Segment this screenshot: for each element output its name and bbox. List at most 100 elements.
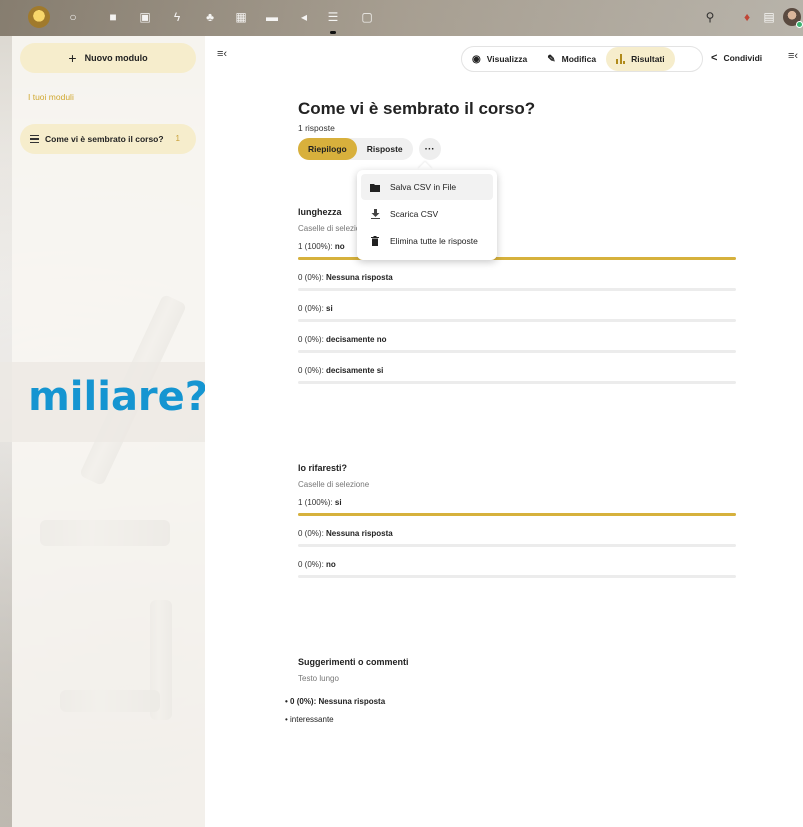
answer-bar-track xyxy=(298,319,736,322)
active-app-indicator xyxy=(330,31,336,34)
collapse-sidebar-icon[interactable]: ≡‹ xyxy=(217,48,227,60)
download-icon xyxy=(370,209,380,219)
answer-count: 0 (0%): xyxy=(298,560,324,569)
bar-chart-icon xyxy=(616,54,626,64)
new-form-label: Nuovo modulo xyxy=(84,53,148,63)
circle-icon[interactable]: ○ xyxy=(66,10,80,24)
answer-bar-track xyxy=(298,544,736,547)
contacts-icon[interactable]: ♣ xyxy=(203,10,217,24)
answer-text: 0 (0%): decisamente no xyxy=(298,335,387,344)
search-icon[interactable]: ⚲ xyxy=(703,10,717,24)
plus-icon: + xyxy=(68,50,77,66)
page-title: Come vi è sembrato il corso? xyxy=(298,99,536,118)
answer-row: 1 (100%): si xyxy=(298,493,736,524)
question-type: Testo lungo xyxy=(298,674,339,683)
comments-summary: Suggerimenti o commenti Testo lungo • 0 … xyxy=(285,657,685,733)
section-label: I tuoi moduli xyxy=(28,92,74,102)
answer-label: decisamente si xyxy=(326,366,384,375)
answer-row: 0 (0%): decisamente si xyxy=(298,361,736,392)
announcements-icon[interactable]: ◂ xyxy=(297,10,311,24)
edit-label: Modifica xyxy=(561,54,597,64)
top-navigation-bar: ○ ■ ▣ ϟ ♣ ▦ ▬ ◂ ☰ ▢ ⚲ ♦ ▤ xyxy=(0,0,803,36)
notifications-icon[interactable]: ♦ xyxy=(740,10,754,24)
activity-icon[interactable]: ϟ xyxy=(170,10,184,24)
more-actions-button[interactable]: ··· xyxy=(418,138,441,160)
results-tabs: Riepilogo Risposte ··· xyxy=(298,138,441,160)
answer-text: 1 (100%): no xyxy=(298,242,345,251)
edit-button[interactable]: ✎ Modifica xyxy=(537,47,606,71)
sidebar-item-form[interactable]: Come vi è sembrato il corso? 1 xyxy=(20,124,196,154)
answer-bar-track xyxy=(298,288,736,291)
view-button[interactable]: ◉ Visualizza xyxy=(462,47,537,71)
logo[interactable] xyxy=(28,6,50,28)
sidebar-item-label: Come vi è sembrato il corso? xyxy=(45,134,164,144)
answer-bar-fill xyxy=(298,513,736,516)
eye-icon: ◉ xyxy=(472,53,481,65)
tab-summary[interactable]: Riepilogo xyxy=(298,138,357,160)
list-item: • interessante xyxy=(285,715,334,724)
answer-text: 0 (0%): Nessuna risposta xyxy=(298,273,393,282)
answer-text: 0 (0%): si xyxy=(298,304,333,313)
answer-label: no xyxy=(334,242,345,251)
list-item: • 0 (0%): Nessuna risposta xyxy=(285,697,386,706)
folder-icon[interactable]: ■ xyxy=(106,10,120,24)
question-type: Caselle di selezione xyxy=(298,480,370,489)
view-switcher: ◉ Visualizza ✎ Modifica Risultati xyxy=(461,46,703,72)
menu-item-label: Salva CSV in File xyxy=(390,182,457,192)
answer-label: Nessuna risposta xyxy=(326,529,393,538)
answer-label: si xyxy=(334,498,342,507)
deck-icon[interactable]: ▬ xyxy=(265,10,279,24)
new-form-button[interactable]: + Nuovo modulo xyxy=(20,43,196,73)
answer-bar-track xyxy=(298,350,736,353)
more-actions-menu: Salva CSV in File Scarica CSV Elimina tu… xyxy=(357,170,497,260)
answer-row: 0 (0%): si xyxy=(298,299,736,330)
answer-label: decisamente no xyxy=(326,335,387,344)
menu-item-label: Scarica CSV xyxy=(390,209,439,219)
contacts-menu-icon[interactable]: ▤ xyxy=(762,10,776,24)
comments-list: • 0 (0%): Nessuna risposta • interessant… xyxy=(285,697,685,724)
menu-item-download-csv[interactable]: Scarica CSV xyxy=(361,201,493,227)
answer-row: 0 (0%): decisamente no xyxy=(298,330,736,361)
main-content: ≡‹ ◉ Visualizza ✎ Modifica Risultati < C… xyxy=(205,36,803,827)
answer-row: 0 (0%): no xyxy=(298,555,736,586)
answer-bar-track xyxy=(298,575,736,578)
pencil-icon: ✎ xyxy=(547,53,556,65)
status-dot xyxy=(796,21,803,28)
folder-icon xyxy=(370,182,380,192)
answer-text: 0 (0%): Nessuna risposta xyxy=(298,529,393,538)
answer-bar-track xyxy=(298,513,736,516)
results-button[interactable]: Risultati xyxy=(606,47,675,71)
photos-icon[interactable]: ▢ xyxy=(360,10,374,24)
tab-responses[interactable]: Risposte xyxy=(357,138,413,160)
results-label: Risultati xyxy=(631,54,665,64)
forms-icon[interactable]: ☰ xyxy=(326,10,340,24)
answer-count: 0 (0%): xyxy=(298,366,324,375)
menu-item-save-csv[interactable]: Salva CSV in File xyxy=(361,174,493,200)
menu-item-delete-responses[interactable]: Elimina tutte le risposte xyxy=(361,228,493,254)
answer-count: 0 (0%): xyxy=(298,273,324,282)
answer-count: 1 (100%): xyxy=(298,242,333,251)
answer-text: 0 (0%): decisamente si xyxy=(298,366,383,375)
answer-row: 0 (0%): Nessuna risposta xyxy=(298,524,736,555)
share-button[interactable]: < Condividi xyxy=(711,46,762,70)
answer-count: 0 (0%): xyxy=(298,335,324,344)
answer-label: no xyxy=(326,560,336,569)
question-title: lo rifaresti? xyxy=(298,463,348,473)
list-icon xyxy=(30,135,39,143)
answer-row: 0 (0%): Nessuna risposta xyxy=(298,268,736,299)
toggle-sidebar-icon[interactable]: ≡‹ xyxy=(788,50,798,62)
answer-text: 1 (100%): si xyxy=(298,498,342,507)
trash-icon xyxy=(370,236,380,246)
answer-text: 0 (0%): no xyxy=(298,560,336,569)
answer-label: Nessuna risposta xyxy=(326,273,393,282)
question-summary: lo rifaresti? Caselle di selezione 1 (10… xyxy=(298,463,736,586)
answer-count: 1 (100%): xyxy=(298,498,333,507)
menu-item-label: Elimina tutte le risposte xyxy=(390,236,478,246)
responses-count: 1 risposte xyxy=(298,123,335,133)
background-heading: miliare? xyxy=(28,374,208,420)
calendar-icon[interactable]: ▦ xyxy=(234,10,248,24)
image-icon[interactable]: ▣ xyxy=(138,10,152,24)
share-label: Condividi xyxy=(723,53,763,63)
view-label: Visualizza xyxy=(486,54,528,64)
answer-count: 0 (0%): xyxy=(298,529,324,538)
